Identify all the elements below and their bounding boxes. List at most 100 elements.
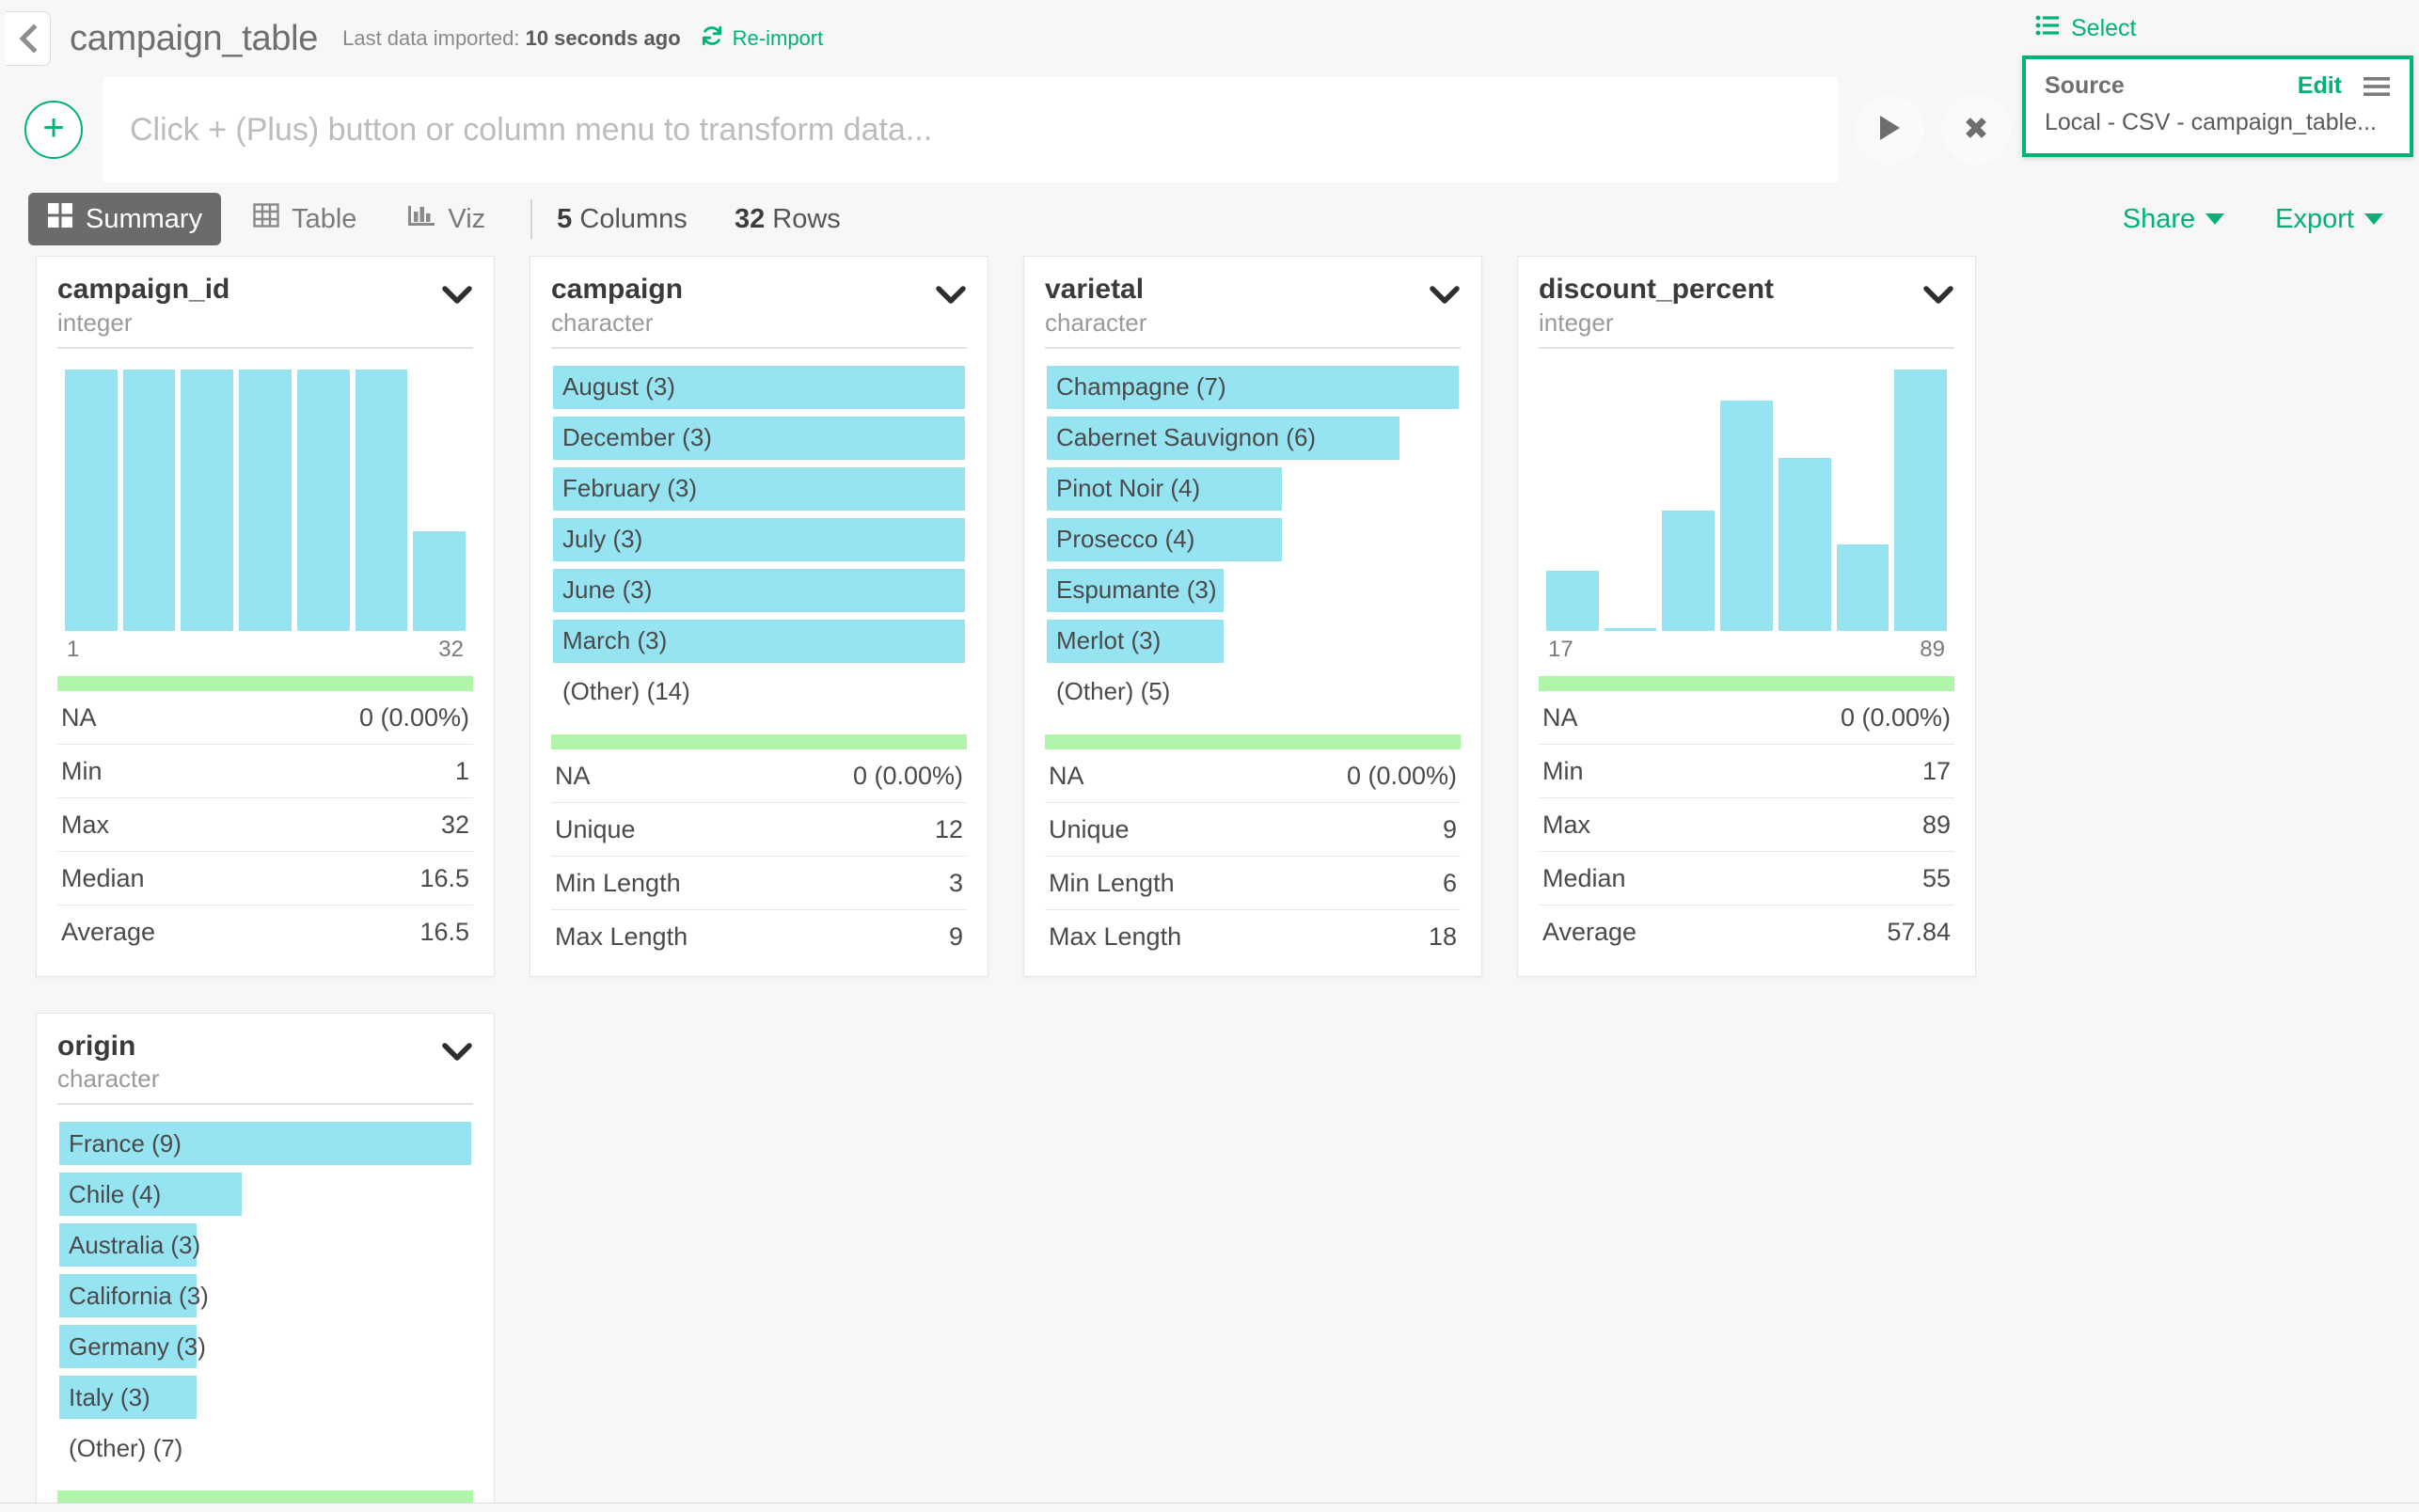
column-menu-button[interactable] (441, 1042, 473, 1067)
column-name: origin (57, 1030, 136, 1062)
histogram-axis: 1 32 (57, 631, 473, 663)
stat-value: 32 (440, 810, 469, 839)
column-card: varietal character Champagne (7) Cabernet S… (1023, 256, 1482, 977)
reimport-button[interactable]: Re-import (700, 24, 823, 54)
completeness-bar (551, 733, 967, 749)
category-bar-label: (Other) (7) (69, 1433, 183, 1462)
category-bar-row[interactable]: Prosecco (4) (1047, 517, 1459, 561)
category-bar-row[interactable]: Espumante (3) (1047, 568, 1459, 612)
category-bar-row[interactable]: Germany (3) (59, 1325, 471, 1368)
column-card-header: origin character (57, 1031, 473, 1105)
column-card-header: campaign_id integer (57, 274, 473, 349)
column-menu-button[interactable] (935, 285, 967, 310)
axis-max-label: 89 (1920, 636, 1945, 662)
category-bar-row[interactable]: Pinot Noir (4) (1047, 466, 1459, 511)
category-bar-row[interactable]: Champagne (7) (1047, 365, 1459, 409)
source-value: Local - CSV - campaign_table... (2045, 109, 2377, 135)
column-card-header: discount_percent integer (1539, 274, 1954, 349)
chevron-down-icon (1922, 286, 1954, 309)
columns-label: Columns (579, 203, 688, 234)
select-button[interactable]: Select (2015, 15, 2419, 42)
stat-row: Min Length 3 (551, 857, 967, 910)
stat-value: 0 (0.00%) (358, 702, 469, 732)
category-bar-row[interactable]: (Other) (7) (59, 1426, 471, 1470)
source-card[interactable]: Source Edit Local - CSV - campaign_table… (2022, 55, 2413, 157)
export-button[interactable]: Export (2275, 204, 2383, 235)
category-bar-row[interactable]: Merlot (3) (1047, 619, 1459, 663)
tab-table-label: Table (292, 203, 357, 234)
stat-value: 55 (1921, 863, 1951, 892)
source-panel-area: Select Source Edit Local - CSV - campaig… (2015, 0, 2419, 157)
column-menu-button[interactable] (441, 285, 473, 310)
tab-viz[interactable]: Viz (388, 193, 504, 245)
stat-label: Min Length (1049, 868, 1175, 897)
column-menu-button[interactable] (1429, 285, 1461, 310)
clear-transform-button[interactable] (1941, 95, 2011, 165)
last-imported-label: Last data imported: (342, 26, 520, 50)
stat-row: Unique 12 (551, 803, 967, 857)
stat-row: Average 16.5 (57, 906, 473, 958)
stat-label: Max (1542, 810, 1591, 839)
column-menu-button[interactable] (1922, 285, 1954, 310)
histogram-bar (1662, 510, 1715, 631)
stat-row: Median 55 (1539, 852, 1954, 906)
category-bar-row[interactable]: December (3) (553, 416, 965, 460)
tab-summary[interactable]: Summary (28, 193, 222, 245)
column-type: character (57, 1064, 160, 1093)
add-step-button[interactable]: + (24, 101, 83, 159)
category-bar-row[interactable]: Chile (4) (59, 1173, 471, 1216)
column-heading: discount_percent integer (1539, 274, 1774, 338)
column-type: integer (57, 307, 133, 337)
column-heading: origin character (57, 1031, 159, 1095)
horizontal-scrollbar[interactable] (0, 1503, 2419, 1512)
back-button[interactable] (6, 11, 51, 66)
stat-row: Max 32 (57, 798, 473, 852)
share-button[interactable]: Share (2123, 204, 2225, 235)
column-type: integer (1539, 307, 1614, 337)
tab-table[interactable]: Table (234, 193, 375, 245)
category-bar-row[interactable]: (Other) (14) (553, 670, 965, 714)
stat-value: 1 (454, 756, 469, 785)
histogram-bar (413, 530, 466, 631)
column-card: origin character France (9) Chile (4) Austra… (36, 1012, 495, 1512)
refresh-icon (700, 24, 724, 54)
stat-value: 3 (948, 868, 963, 897)
completeness-bar (1539, 675, 1954, 691)
source-edit-button[interactable]: Edit (2298, 72, 2342, 100)
stat-label: Max Length (1049, 921, 1182, 951)
category-bar-row[interactable]: July (3) (553, 517, 965, 561)
column-name: campaign (551, 274, 684, 305)
category-bar-row[interactable]: (Other) (5) (1047, 670, 1459, 714)
stat-label: Max (61, 810, 110, 839)
category-bar-row[interactable]: March (3) (553, 619, 965, 663)
category-bar-label: Chile (4) (69, 1179, 162, 1208)
category-bar-row[interactable]: California (3) (59, 1274, 471, 1317)
stat-label: Min Length (555, 868, 681, 897)
category-bar-row[interactable]: Australia (3) (59, 1223, 471, 1267)
category-bar-row[interactable]: Cabernet Sauvignon (6) (1047, 416, 1459, 460)
histogram-bar (122, 369, 176, 631)
category-bar-row[interactable]: February (3) (553, 466, 965, 511)
column-name: varietal (1045, 274, 1145, 305)
stat-label: Median (61, 863, 145, 892)
chevron-down-icon (441, 286, 473, 309)
completeness-bar (57, 675, 473, 691)
category-bar-label: February (3) (562, 474, 698, 502)
category-bar-row[interactable]: August (3) (553, 365, 965, 409)
hamburger-icon[interactable] (2363, 75, 2391, 98)
columns-count: 5 (557, 203, 573, 234)
stat-value: 16.5 (419, 917, 469, 946)
caret-down-icon (2364, 213, 2383, 225)
stat-row: Unique 9 (1045, 803, 1461, 857)
run-transform-button[interactable] (1855, 95, 1924, 165)
category-bar-row[interactable]: France (9) (59, 1122, 471, 1165)
histogram-bar (181, 369, 234, 631)
completeness-bar (1045, 733, 1461, 749)
transform-input[interactable] (103, 77, 1838, 182)
category-bar-label: August (3) (562, 372, 675, 401)
category-bar-label: Italy (3) (69, 1382, 150, 1411)
category-bar-row[interactable]: June (3) (553, 568, 965, 612)
top-bar: campaign_table Last data imported: 10 se… (0, 0, 2419, 157)
category-bar-row[interactable]: Italy (3) (59, 1376, 471, 1419)
stat-label: Unique (555, 814, 636, 843)
